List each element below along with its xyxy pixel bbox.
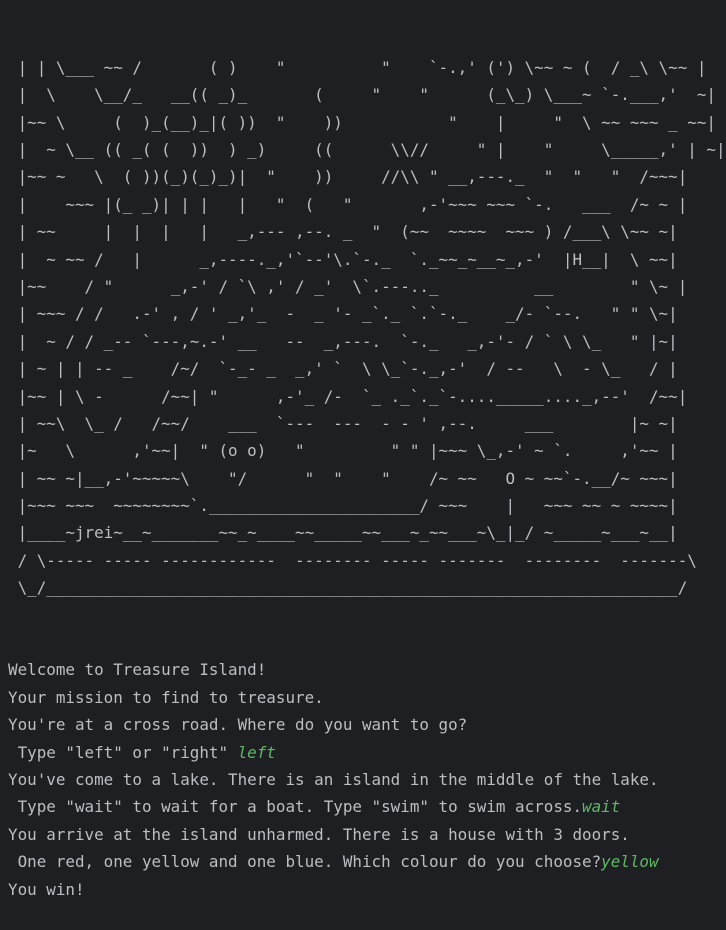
output-text: One red, one yellow and one blue. Which … xyxy=(8,852,602,872)
program-output: Welcome to Treasure Island! Your mission … xyxy=(8,656,726,903)
ascii-art-line: | ~~ | | | | _,--- ,--. _ " (~~ ~~~~ ~~~… xyxy=(8,222,678,242)
ascii-art-line: | ~ / / _-- `---,~.-' __ -- _,---. `-._ … xyxy=(8,331,678,351)
ascii-art-line: | ~ \__ (( _( ( )) ) _) (( \\// " | " \_… xyxy=(8,139,726,159)
output-line: You arrive at the island unharmed. There… xyxy=(8,821,726,848)
ascii-art-line: |~~~ ~~~ ~~~~~~~~`._____________________… xyxy=(8,496,678,516)
ascii-art-line: | ~ | | -- _ /~/ `-_- _ _,' ` \ \_`-._,-… xyxy=(8,359,678,379)
output-text: You're at a cross road. Where do you wan… xyxy=(8,715,468,735)
ascii-art-line: |~ \ ,'~~| " (o o) " " " |~~~ \_,-' ~ `.… xyxy=(8,441,678,461)
ascii-art-line: | ~~ ~|__,-'~~~~~\ "/ " " " /~ ~~ O ~ ~~… xyxy=(8,468,678,488)
ascii-art-line: |____~jrei~__~_______~~_~____~~_____~~__… xyxy=(8,523,678,543)
output-line: Your mission to find to treasure. xyxy=(8,684,726,711)
output-text: You've come to a lake. There is an islan… xyxy=(8,770,659,789)
ascii-art-line: / \----- ----- ------------ -------- ---… xyxy=(8,550,697,570)
ascii-art-line: |~~ \ ( )_(__)_|( )) " )) " | " \ ~~ ~~~… xyxy=(8,112,716,132)
ascii-art-line: |~~ / " _,-' / `\ ,' / _' \`.---.._ __ "… xyxy=(8,276,688,296)
ascii-art-line: |~~ ~ \ ( ))(_)(_)_)| " )) //\\ " __,---… xyxy=(8,167,688,187)
ascii-art-line: | ~~~ / / .-' , / ' _,'_ - _ '- _`._ `.`… xyxy=(8,304,678,324)
output-line: You win! xyxy=(8,876,726,903)
output-text: You win! xyxy=(8,879,85,899)
ascii-art-treasure-map: | | \___ ~~ / ( ) " " `-.,' (') \~~ ~ ( … xyxy=(8,54,726,602)
user-input-echo: wait xyxy=(582,797,621,817)
output-line: Welcome to Treasure Island! xyxy=(8,656,726,683)
ascii-art-line: | ~~\ \_ / /~~/ ___ `--- --- - - ' ,--. … xyxy=(8,413,678,433)
output-line: You're at a cross road. Where do you wan… xyxy=(8,711,726,738)
output-text: Type "left" or "right" xyxy=(8,742,238,762)
ascii-art-line: | ~ ~~ / | _,----._,'`--'\.`-._ `._~~_~_… xyxy=(8,249,678,269)
output-line: You've come to a lake. There is an islan… xyxy=(8,766,726,793)
prompt-line: Type "wait" to wait for a boat. Type "sw… xyxy=(8,793,726,820)
console-output: | | \___ ~~ / ( ) " " `-.,' (') \~~ ~ ( … xyxy=(8,0,726,930)
output-text: Your mission to find to treasure. xyxy=(8,687,324,707)
ascii-art-line: | \ \__/_ __(( _)_ ( " " (_\_) \___~ `-.… xyxy=(8,85,716,105)
prompt-line: Type "left" or "right" left xyxy=(8,739,726,766)
ascii-art-line: | ~~~ |(_ _)| | | | " ( " ,-'~~~ ~~~ `-.… xyxy=(8,194,688,214)
output-text: Welcome to Treasure Island! xyxy=(8,660,267,680)
user-input-echo: left xyxy=(237,742,276,762)
ascii-art-line: \_/_____________________________________… xyxy=(8,578,688,598)
output-text: Type "wait" to wait for a boat. Type "sw… xyxy=(8,797,583,817)
prompt-line: One red, one yellow and one blue. Which … xyxy=(8,848,726,875)
user-input-echo: yellow xyxy=(601,852,659,872)
output-text: You arrive at the island unharmed. There… xyxy=(8,824,630,844)
ascii-art-line: |~~ | \ - /~~| " ,-'_ /- `_ ._`._`-...._… xyxy=(8,386,688,406)
ascii-art-line: | | \___ ~~ / ( ) " " `-.,' (') \~~ ~ ( … xyxy=(8,57,707,77)
